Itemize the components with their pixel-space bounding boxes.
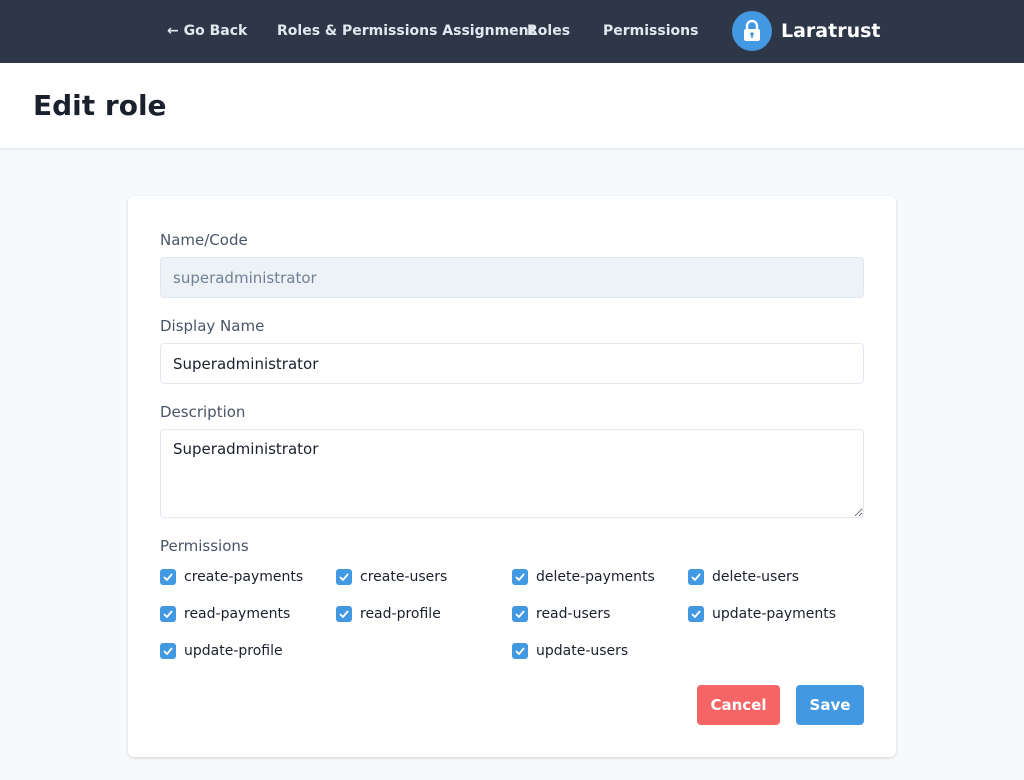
permission-item[interactable]: read-payments [160,605,290,623]
brand[interactable]: Laratrust [732,11,881,51]
checkbox-checked-icon[interactable] [512,643,528,659]
save-button[interactable]: Save [796,685,864,725]
permission-item[interactable]: read-profile [336,605,441,623]
checkbox-checked-icon[interactable] [160,606,176,622]
permission-label: read-profile [360,606,441,622]
checkbox-checked-icon[interactable] [512,606,528,622]
permission-item[interactable]: update-payments [688,605,836,623]
checkbox-checked-icon[interactable] [336,606,352,622]
permission-item[interactable]: delete-payments [512,568,655,586]
name-code-label: Name/Code [160,231,248,249]
display-name-input[interactable] [160,343,864,384]
page-title: Edit role [33,89,167,122]
checkbox-checked-icon[interactable] [688,569,704,585]
permission-label: delete-payments [536,569,655,585]
permissions-label: Permissions [160,537,249,555]
name-code-input[interactable] [160,257,864,298]
top-nav: ← Go Back Roles & Permissions Assignment… [0,0,1024,63]
checkbox-checked-icon[interactable] [160,569,176,585]
permission-item[interactable]: update-profile [160,642,283,660]
permission-label: read-payments [184,606,291,622]
checkbox-checked-icon[interactable] [160,643,176,659]
display-name-label: Display Name [160,317,265,335]
permission-item[interactable]: update-users [512,642,628,660]
permission-item[interactable]: read-users [512,605,610,623]
description-textarea[interactable]: Superadministrator [160,429,864,518]
checkbox-checked-icon[interactable] [512,569,528,585]
permission-label: update-users [536,643,629,659]
permission-item[interactable]: delete-users [688,568,799,586]
permission-label: create-payments [184,569,304,585]
roles-permissions-assignment-link[interactable]: Roles & Permissions Assignment [277,22,535,40]
permission-item[interactable]: create-users [336,568,447,586]
permissions-link[interactable]: Permissions [603,22,698,40]
permission-label: read-users [536,606,611,622]
permission-item[interactable]: create-payments [160,568,303,586]
brand-name: Laratrust [781,20,881,42]
edit-role-form: Name/Code Display Name Description Super… [128,196,896,757]
cancel-button[interactable]: Cancel [697,685,780,725]
lock-icon [732,11,772,51]
permission-label: update-payments [712,606,837,622]
checkbox-checked-icon[interactable] [336,569,352,585]
permission-label: create-users [360,569,448,585]
permission-label: update-profile [184,643,283,659]
checkbox-checked-icon[interactable] [688,606,704,622]
roles-link[interactable]: Roles [527,22,570,40]
permission-label: delete-users [712,569,799,585]
description-label: Description [160,403,246,421]
go-back-link[interactable]: ← Go Back [167,22,247,40]
page-header: Edit role [0,63,1024,149]
